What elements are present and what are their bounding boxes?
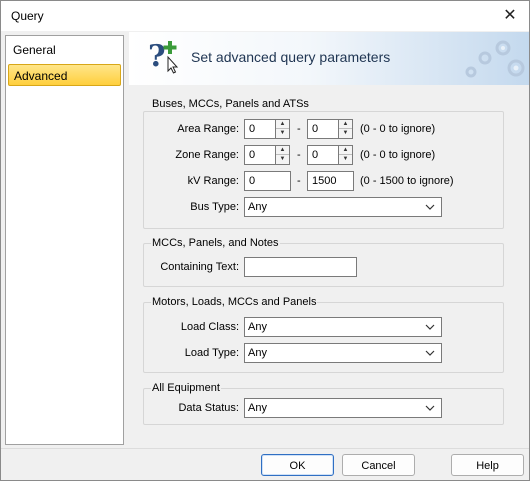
help-plus-icon: ?	[148, 39, 179, 74]
spin-down-icon[interactable]: ▼	[276, 129, 289, 138]
area-range-to-input[interactable]	[307, 119, 339, 139]
load-type-select[interactable]: Any	[244, 343, 442, 363]
data-status-label: Data Status:	[178, 402, 239, 414]
chevron-down-icon	[425, 324, 435, 330]
containing-text-input[interactable]	[244, 257, 357, 277]
help-button[interactable]: Help	[451, 454, 524, 476]
group-motors-title: Motors, Loads, MCCs and Panels	[151, 296, 318, 308]
spin-up-icon[interactable]: ▲	[339, 146, 352, 155]
data-status-value: Any	[248, 402, 267, 414]
zone-range-hint: (0 - 0 to ignore)	[360, 149, 436, 161]
spin-down-icon[interactable]: ▼	[339, 155, 352, 164]
ok-button[interactable]: OK	[261, 454, 334, 476]
nav-item-advanced[interactable]: Advanced	[8, 64, 121, 86]
containing-text-label: Containing Text:	[160, 261, 239, 273]
kv-range-label: kV Range:	[187, 175, 239, 187]
footer-divider	[1, 448, 529, 449]
kv-range-to-input[interactable]	[307, 171, 354, 191]
load-class-value: Any	[248, 321, 267, 333]
load-class-label: Load Class:	[180, 321, 239, 333]
zone-range-from-input[interactable]	[244, 145, 276, 165]
nav-list: General Advanced	[5, 35, 124, 445]
spin-down-icon[interactable]: ▼	[276, 155, 289, 164]
bus-type-label: Bus Type:	[190, 201, 239, 213]
banner-title: Set advanced query parameters	[191, 49, 391, 65]
zone-range-from-spinner[interactable]: ▲ ▼	[276, 145, 290, 165]
svg-text:?: ?	[148, 39, 166, 74]
range-dash: -	[297, 175, 301, 187]
area-range-label: Area Range:	[177, 123, 239, 135]
spin-up-icon[interactable]: ▲	[339, 120, 352, 129]
load-type-label: Load Type:	[184, 347, 239, 359]
data-status-select[interactable]: Any	[244, 398, 442, 418]
zone-range-to-spinner[interactable]: ▲ ▼	[339, 145, 353, 165]
spin-up-icon[interactable]: ▲	[276, 146, 289, 155]
nav-item-general[interactable]: General	[8, 39, 121, 61]
range-dash: -	[297, 149, 301, 161]
load-type-value: Any	[248, 347, 267, 359]
group-all-equipment-title: All Equipment	[151, 382, 221, 394]
chevron-down-icon	[425, 204, 435, 210]
kv-range-hint: (0 - 1500 to ignore)	[360, 175, 454, 187]
kv-range-from-input[interactable]	[244, 171, 291, 191]
group-buses-title: Buses, MCCs, Panels and ATSs	[151, 98, 310, 110]
spin-up-icon[interactable]: ▲	[276, 120, 289, 129]
header-banner: ? Set advanced query parameters	[129, 32, 529, 85]
bus-type-value: Any	[248, 201, 267, 213]
bus-type-select[interactable]: Any	[244, 197, 442, 217]
zone-range-to-input[interactable]	[307, 145, 339, 165]
query-dialog: Query ✕ General Advanced ? Set advanced …	[0, 0, 530, 481]
area-range-hint: (0 - 0 to ignore)	[360, 123, 436, 135]
chevron-down-icon	[425, 405, 435, 411]
zone-range-label: Zone Range:	[175, 149, 239, 161]
range-dash: -	[297, 123, 301, 135]
cancel-button[interactable]: Cancel	[342, 454, 415, 476]
area-range-to-spinner[interactable]: ▲ ▼	[339, 119, 353, 139]
chevron-down-icon	[425, 350, 435, 356]
area-range-from-spinner[interactable]: ▲ ▼	[276, 119, 290, 139]
title-bar: Query ✕	[1, 1, 529, 31]
window-title: Query	[11, 9, 44, 23]
gear-icon	[465, 40, 525, 78]
group-mccs-title: MCCs, Panels, and Notes	[151, 237, 280, 249]
spin-down-icon[interactable]: ▼	[339, 129, 352, 138]
close-icon[interactable]: ✕	[499, 5, 521, 27]
area-range-from-input[interactable]	[244, 119, 276, 139]
load-class-select[interactable]: Any	[244, 317, 442, 337]
